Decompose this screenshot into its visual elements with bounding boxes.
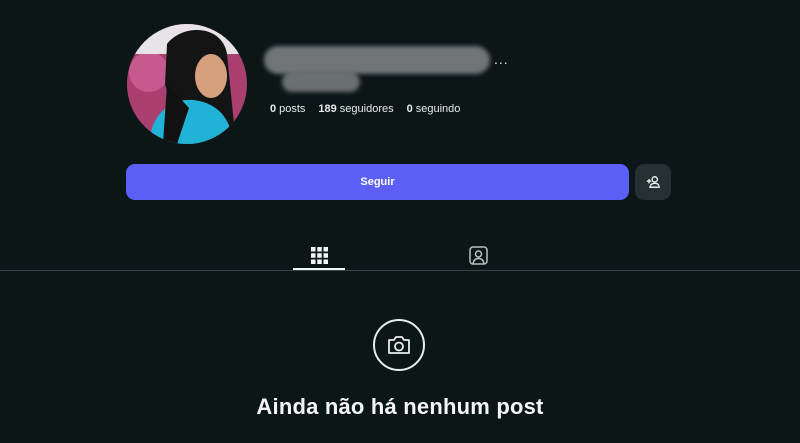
follow-button[interactable]: Seguir [126, 164, 629, 200]
stat-followers-value: 189 [318, 103, 337, 115]
profile-stats: 0 posts 189 seguidores 0 seguindo [270, 103, 460, 115]
tagged-icon [468, 245, 488, 265]
stat-followers[interactable]: 189 seguidores [318, 103, 393, 115]
username-redacted [264, 46, 490, 92]
more-options-button[interactable]: ... [494, 51, 509, 67]
suggested-accounts-button[interactable] [635, 164, 671, 200]
avatar-photo [127, 24, 247, 144]
profile-avatar[interactable] [127, 24, 247, 144]
stat-posts: 0 posts [270, 103, 305, 115]
person-add-icon [646, 176, 660, 188]
stat-following[interactable]: 0 seguindo [407, 103, 461, 115]
tab-tagged[interactable] [452, 240, 504, 270]
stat-posts-label: posts [279, 103, 306, 115]
stat-posts-value: 0 [270, 103, 277, 115]
tabs-divider [0, 270, 800, 271]
camera-icon [388, 336, 410, 354]
stat-following-value: 0 [406, 103, 413, 115]
profile-page: ... 0 posts 189 seguidores 0 seguindo Segui… [0, 0, 800, 443]
stat-followers-label: seguidores [339, 103, 394, 115]
tab-posts-grid[interactable] [293, 240, 345, 270]
empty-state-title: Ainda não há nenhum post [256, 394, 544, 419]
empty-state-camera [373, 319, 425, 371]
grid-icon [310, 246, 328, 264]
stat-following-label: seguindo [415, 103, 461, 115]
